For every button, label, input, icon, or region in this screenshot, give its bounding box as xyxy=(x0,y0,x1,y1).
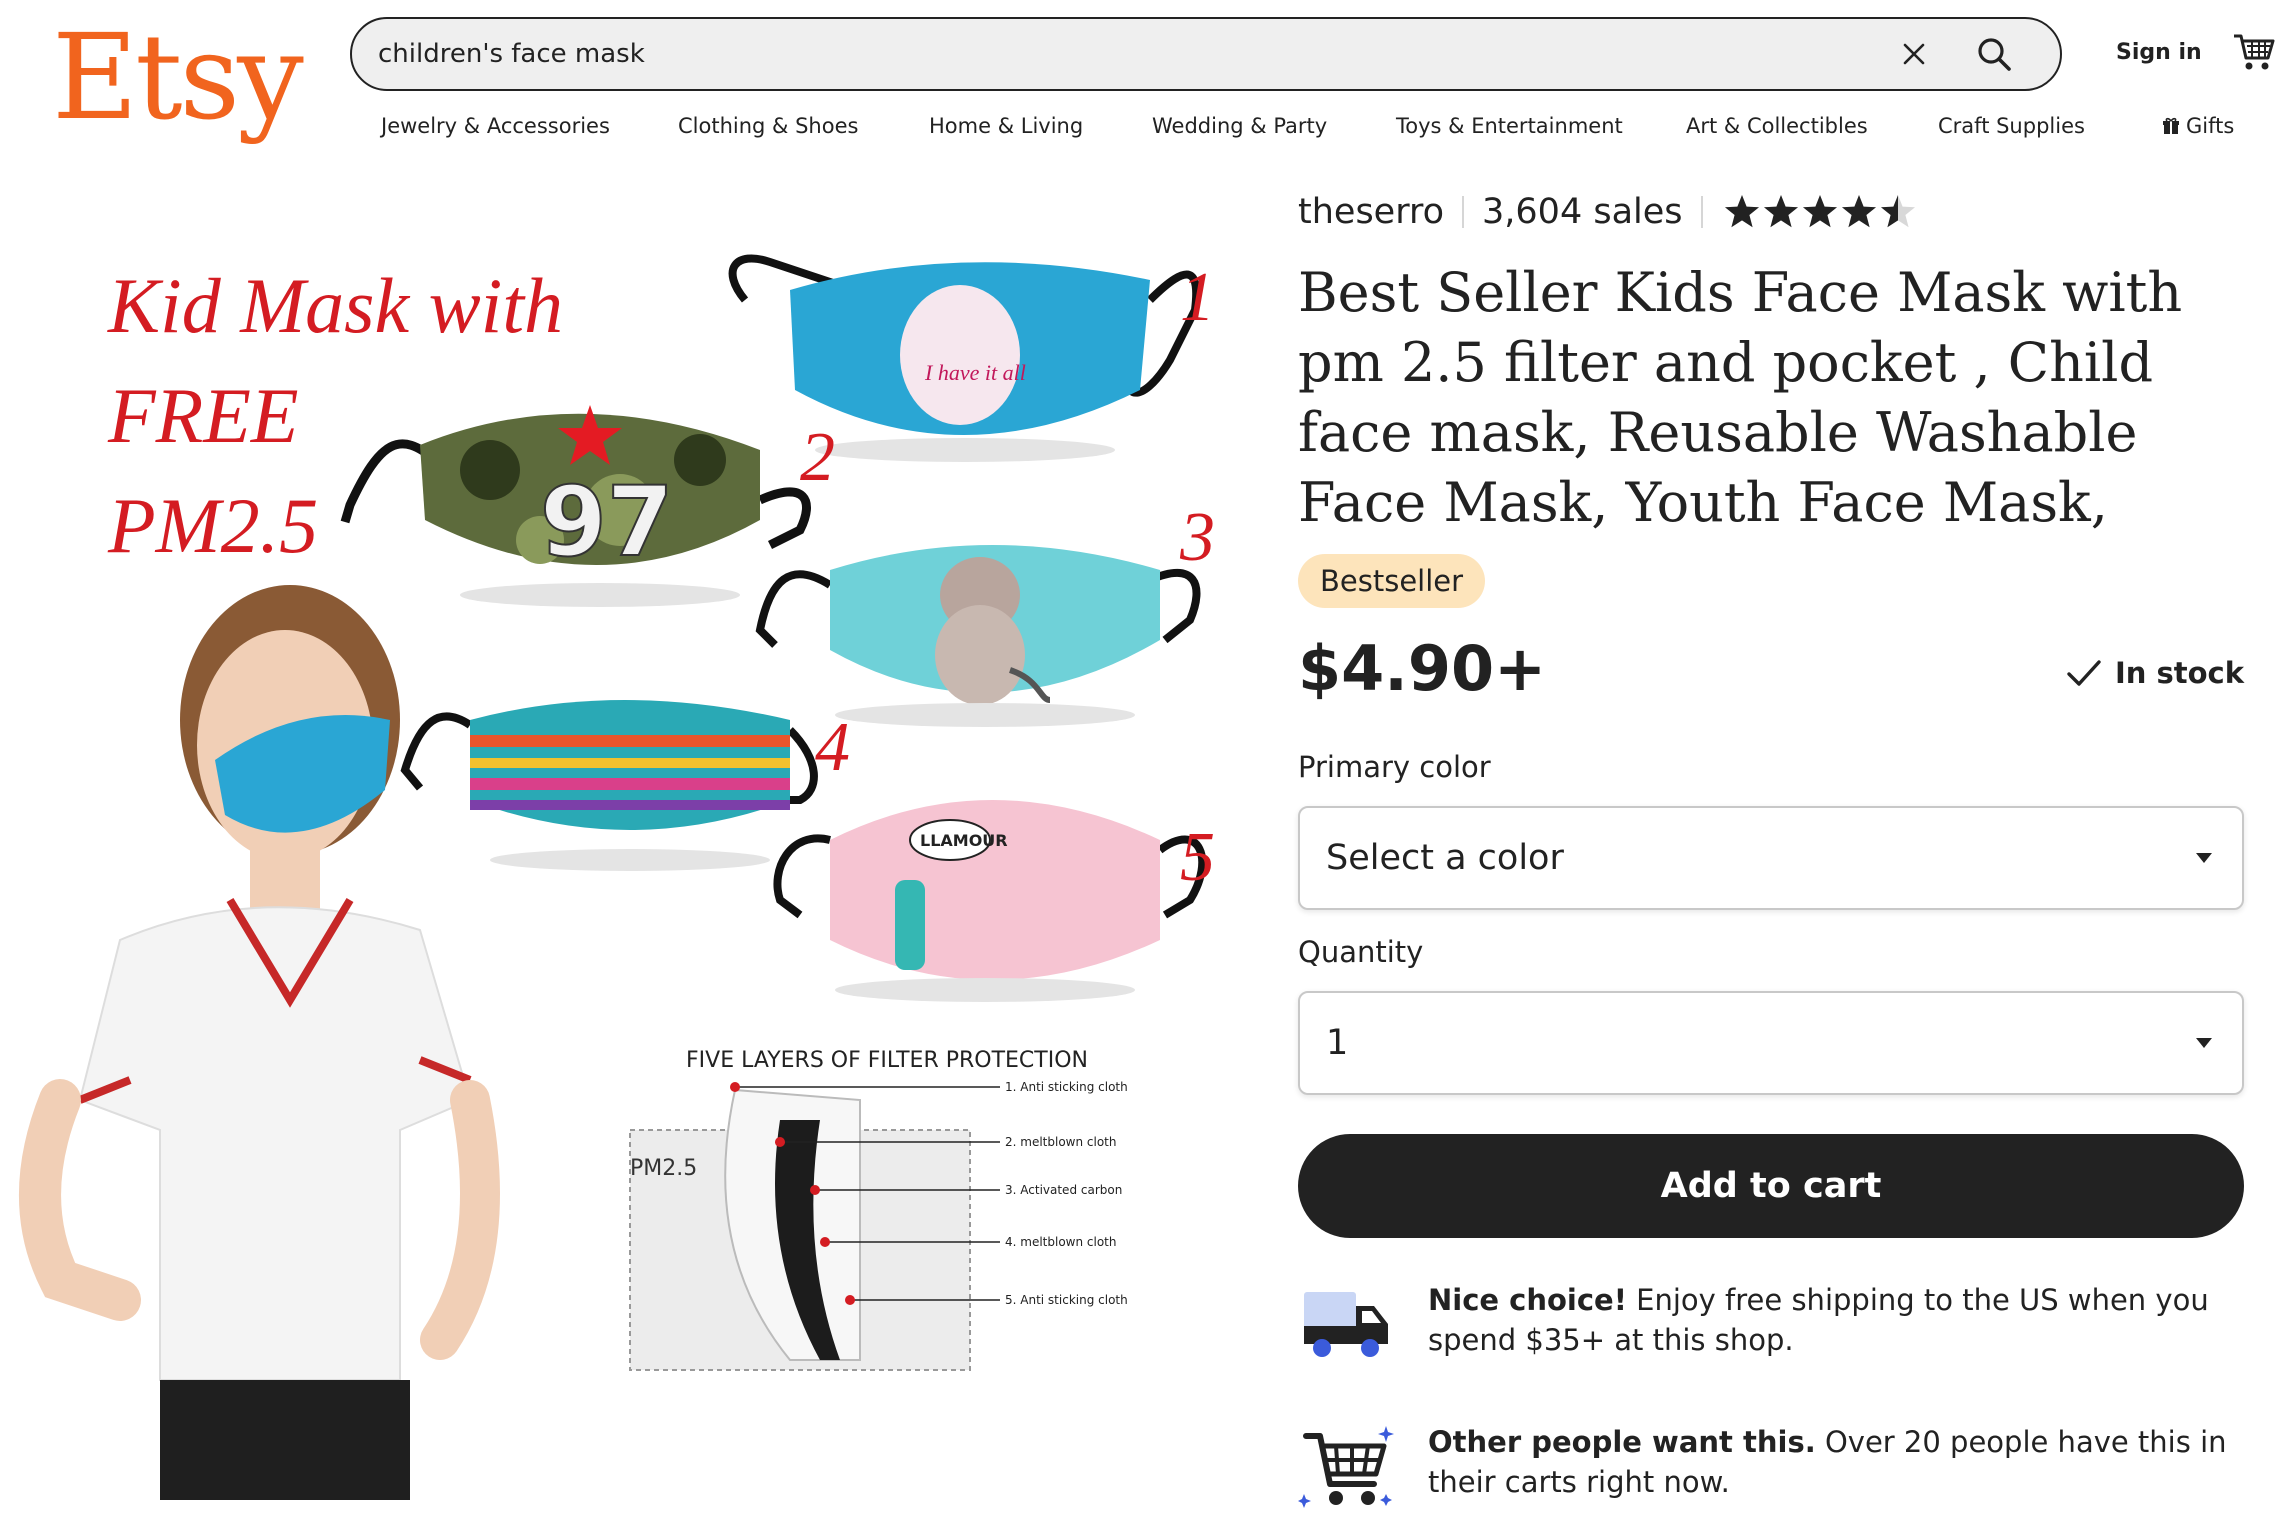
mask-number-3: 3 xyxy=(1179,499,1215,576)
promo-2-bold: Other people want this. xyxy=(1428,1425,1816,1459)
divider xyxy=(1700,196,1703,228)
sales-count: 3,604 sales xyxy=(1482,192,1683,232)
primary-color-select[interactable]: Select a color xyxy=(1298,806,2244,910)
delivery-truck-icon xyxy=(1304,1292,1388,1357)
bestseller-badge: Bestseller xyxy=(1298,554,1486,608)
nav-wedding-party[interactable]: Wedding & Party xyxy=(1152,114,1327,138)
star-icon xyxy=(1880,195,1915,228)
popularity-promo: Other people want this. Over 20 people h… xyxy=(1298,1422,2258,1518)
mask-4-image: 4 xyxy=(400,700,850,871)
image-heading-line-3: PM2.5 xyxy=(107,482,318,569)
search-bar[interactable]: children's face mask xyxy=(350,17,2062,91)
product-image[interactable]: Kid Mask with FREE PM2.5 I have it all 1… xyxy=(0,200,1240,1520)
free-shipping-promo: Nice choice! Enjoy free shipping to the … xyxy=(1298,1280,2258,1376)
nav-gifts-label: Gifts xyxy=(2186,114,2235,138)
filter-title: FIVE LAYERS OF FILTER PROTECTION xyxy=(686,1048,1088,1073)
shopping-cart-icon xyxy=(1298,1426,1394,1508)
divider xyxy=(1462,196,1465,228)
star-icon xyxy=(1802,195,1837,228)
clear-search-icon[interactable] xyxy=(1894,34,1934,74)
mask-number-2: 2 xyxy=(800,419,835,496)
category-nav: Jewelry & Accessories Clothing & Shoes H… xyxy=(0,114,2280,148)
quantity-value: 1 xyxy=(1326,1023,1349,1063)
nav-home-living[interactable]: Home & Living xyxy=(929,114,1083,138)
price: $4.90+ xyxy=(1298,632,1547,705)
star-icon xyxy=(1763,195,1798,228)
mask-1-print: I have it all xyxy=(924,360,1026,385)
listing-title: Best Seller Kids Face Mask with pm 2.5 f… xyxy=(1298,261,2183,534)
quantity-select[interactable]: 1 xyxy=(1298,991,2244,1095)
child-model-image xyxy=(19,585,500,1500)
sign-in-link[interactable]: Sign in xyxy=(2116,40,2202,65)
filter-layer-1: 1. Anti sticking cloth xyxy=(1005,1080,1128,1094)
gift-icon xyxy=(2163,117,2179,134)
popularity-text: Other people want this. Over 20 people h… xyxy=(1428,1422,2258,1502)
quantity-label: Quantity xyxy=(1298,935,1424,969)
filter-layer-4: 4. meltblown cloth xyxy=(1005,1235,1117,1249)
filter-layers-diagram: FIVE LAYERS OF FILTER PROTECTION PM2.5 1… xyxy=(629,1048,1128,1371)
filter-layer-3: 3. Activated carbon xyxy=(1005,1183,1122,1197)
chevron-down-icon xyxy=(2196,853,2212,863)
mask-3-image: 3 xyxy=(755,499,1215,727)
nav-craft-supplies[interactable]: Craft Supplies xyxy=(1938,114,2085,138)
stock-label: In stock xyxy=(2114,656,2244,690)
nav-art-collectibles[interactable]: Art & Collectibles xyxy=(1686,114,1868,138)
search-icon[interactable] xyxy=(1972,32,2016,76)
nav-gifts[interactable]: Gifts xyxy=(2162,114,2234,138)
nav-clothing-shoes[interactable]: Clothing & Shoes xyxy=(678,114,858,138)
shop-info: theserro 3,604 sales xyxy=(1298,192,1918,232)
mask-number-1: 1 xyxy=(1180,259,1215,336)
shop-name-link[interactable]: theserro xyxy=(1298,192,1444,232)
stock-status: In stock xyxy=(2065,654,2244,692)
star-icon xyxy=(1724,195,1759,228)
chevron-down-icon xyxy=(2196,1038,2212,1048)
mask-number-5: 5 xyxy=(1180,819,1215,896)
search-input[interactable]: children's face mask xyxy=(378,39,1894,69)
filter-layer-5: 5. Anti sticking cloth xyxy=(1005,1293,1128,1307)
mask-5-print: LLAMOUR xyxy=(920,831,1008,850)
nav-jewelry-accessories[interactable]: Jewelry & Accessories xyxy=(381,114,610,138)
cart-icon[interactable] xyxy=(2232,30,2276,74)
free-shipping-text: Nice choice! Enjoy free shipping to the … xyxy=(1428,1280,2258,1360)
star-icon xyxy=(1841,195,1876,228)
filter-layer-2: 2. meltblown cloth xyxy=(1005,1135,1117,1149)
mask-2-image: 97 2 xyxy=(340,405,835,607)
nav-toys-entertainment[interactable]: Toys & Entertainment xyxy=(1396,114,1623,138)
primary-color-label: Primary color xyxy=(1298,750,1491,784)
add-to-cart-button[interactable]: Add to cart xyxy=(1298,1134,2244,1238)
primary-color-value: Select a color xyxy=(1326,838,1564,878)
filter-label: PM2.5 xyxy=(630,1156,697,1181)
check-icon xyxy=(2067,660,2101,686)
rating-stars[interactable] xyxy=(1723,193,1918,231)
mask-5-image: LLAMOUR 5 xyxy=(773,800,1215,1002)
image-heading-line-2: FREE xyxy=(107,372,299,459)
promo-1-bold: Nice choice! xyxy=(1428,1283,1627,1317)
mask-number-4: 4 xyxy=(815,709,850,786)
mask-2-print: 97 xyxy=(540,466,674,578)
image-heading-line-1: Kid Mask with xyxy=(107,262,563,349)
